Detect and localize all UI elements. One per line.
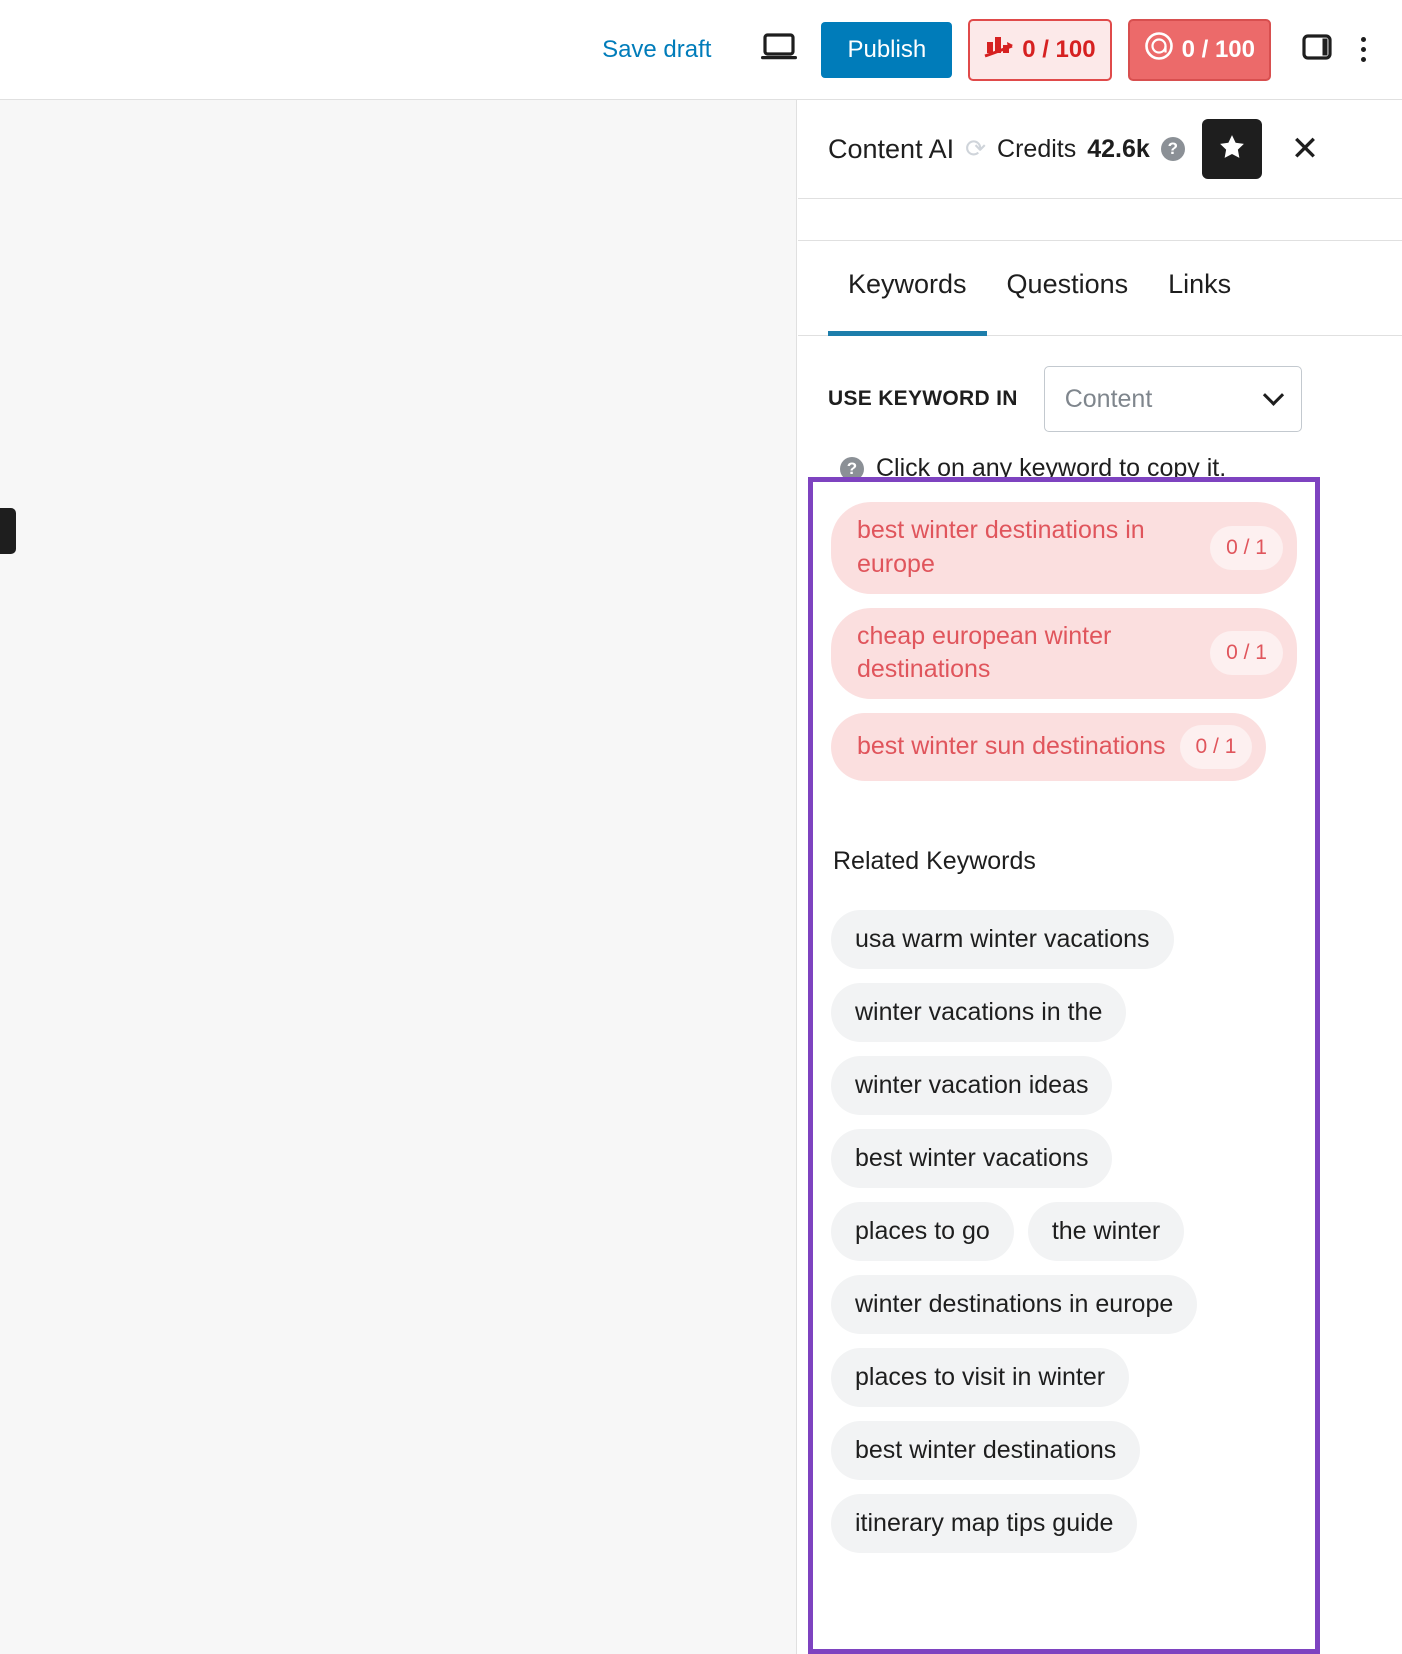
tab-keywords[interactable]: Keywords	[828, 241, 987, 336]
star-icon	[1217, 132, 1247, 167]
related-keyword-chip[interactable]: winter vacation ideas	[831, 1056, 1112, 1115]
sidebar-title: Content AI	[828, 134, 954, 165]
editor-toolbar: Save draft Publish 0 / 100	[0, 0, 1402, 100]
focus-keyword-count: 0 / 1	[1180, 725, 1253, 769]
close-icon[interactable]: ✕	[1273, 132, 1320, 166]
kebab-dot-3	[1361, 57, 1366, 62]
content-ai-score-badge[interactable]: 0 / 100	[1128, 19, 1271, 81]
focus-keyword-chip[interactable]: best winter sun destinations 0 / 1	[831, 713, 1266, 781]
related-keyword-chip[interactable]: usa warm winter vacations	[831, 910, 1174, 969]
credits-value: 42.6k	[1087, 135, 1150, 164]
ai-score-value: 0 / 100	[1182, 36, 1255, 64]
related-keyword-list: usa warm winter vacations winter vacatio…	[831, 910, 1297, 1553]
sidebar-toggle-icon	[1300, 30, 1334, 69]
scrolled-row-partial	[798, 199, 1402, 241]
focus-keyword-chip[interactable]: best winter destinations in europe 0 / 1	[831, 502, 1297, 594]
focus-keyword-count: 0 / 1	[1210, 526, 1283, 570]
focus-keyword-text: cheap european winter destinations	[857, 620, 1196, 688]
kebab-dot-2	[1361, 47, 1366, 52]
seo-rank-chart-icon	[984, 33, 1014, 66]
content-ai-sidebar: Content AI ⟳ Credits 42.6k ? ✕ Keywords …	[798, 100, 1402, 1654]
sidebar-header: Content AI ⟳ Credits 42.6k ? ✕	[798, 100, 1402, 199]
upgrade-button[interactable]	[1202, 119, 1262, 179]
seo-score-value: 0 / 100	[1022, 36, 1095, 64]
more-options-button[interactable]	[1345, 37, 1382, 62]
focus-keyword-text: best winter sun destinations	[857, 730, 1166, 764]
credits-label: Credits	[997, 135, 1076, 164]
related-keywords-title: Related Keywords	[833, 847, 1297, 876]
focus-keyword-list: best winter destinations in europe 0 / 1…	[831, 502, 1297, 781]
preview-device-button[interactable]	[751, 22, 807, 78]
use-keyword-in-select[interactable]: Content	[1044, 366, 1302, 432]
tab-questions[interactable]: Questions	[987, 241, 1149, 336]
related-keyword-chip[interactable]: places to go	[831, 1202, 1014, 1261]
focus-keyword-count: 0 / 1	[1210, 631, 1283, 675]
focus-keyword-text: best winter destinations in europe	[857, 514, 1196, 582]
related-keyword-chip[interactable]: best winter vacations	[831, 1129, 1112, 1188]
related-keyword-chip[interactable]: winter destinations in europe	[831, 1275, 1197, 1334]
related-keyword-chip[interactable]: winter vacations in the	[831, 983, 1126, 1042]
keywords-highlight-box: best winter destinations in europe 0 / 1…	[808, 477, 1320, 1654]
related-keyword-chip[interactable]: best winter destinations	[831, 1421, 1140, 1480]
refresh-icon[interactable]: ⟳	[965, 137, 986, 162]
publish-button[interactable]: Publish	[821, 22, 952, 78]
sidebar-tabs: Keywords Questions Links	[798, 241, 1402, 336]
focus-keyword-chip[interactable]: cheap european winter destinations 0 / 1	[831, 608, 1297, 700]
content-ai-circle-icon	[1144, 31, 1174, 68]
settings-panel-toggle-button[interactable]	[1289, 22, 1345, 78]
use-keyword-in-label: USE KEYWORD IN	[828, 387, 1018, 411]
related-keyword-chip[interactable]: the winter	[1028, 1202, 1184, 1261]
kebab-dot-1	[1361, 37, 1366, 42]
copy-hint-row: ? Click on any keyword to copy it.	[798, 432, 1402, 483]
chevron-down-icon	[1263, 384, 1284, 405]
save-draft-button[interactable]: Save draft	[602, 36, 711, 64]
related-keyword-chip[interactable]: itinerary map tips guide	[831, 1494, 1137, 1553]
tab-links[interactable]: Links	[1148, 241, 1251, 336]
use-keyword-in-value: Content	[1065, 385, 1153, 414]
related-keyword-chip[interactable]: places to visit in winter	[831, 1348, 1129, 1407]
laptop-preview-icon	[760, 32, 798, 67]
left-panel-handle[interactable]	[0, 508, 16, 554]
credits-help-icon[interactable]: ?	[1161, 137, 1185, 161]
seo-score-badge[interactable]: 0 / 100	[968, 19, 1111, 81]
use-keyword-in-row: USE KEYWORD IN Content	[798, 336, 1402, 432]
editor-canvas	[0, 100, 797, 1654]
